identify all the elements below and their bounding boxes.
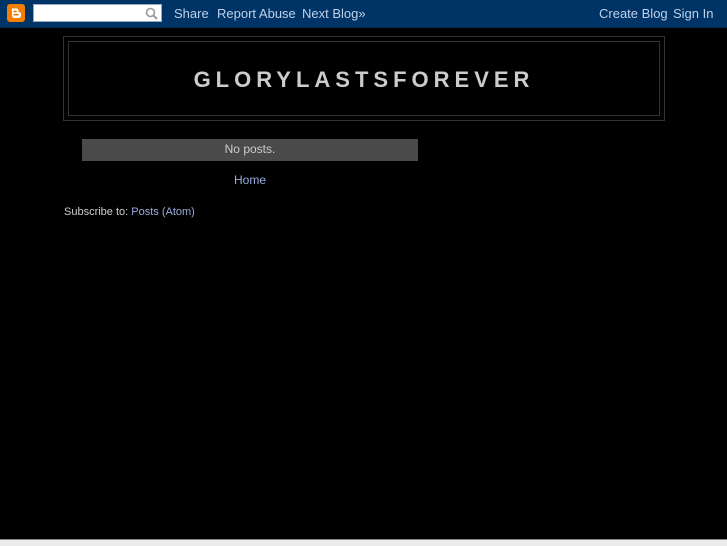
sign-in-link[interactable]: Sign In <box>673 6 713 21</box>
blog-header-inner: GLORYLASTSFOREVER <box>68 41 660 116</box>
subscribe-label: Subscribe to: <box>64 206 129 218</box>
posts-atom-feed-link[interactable]: Posts (Atom) <box>131 206 195 218</box>
search-input[interactable] <box>36 6 142 20</box>
next-blog-link[interactable]: Next Blog» <box>302 6 366 21</box>
create-blog-link[interactable]: Create Blog <box>599 6 668 21</box>
no-posts-status: No posts. <box>82 139 418 161</box>
report-abuse-link[interactable]: Report Abuse <box>217 6 296 21</box>
home-link[interactable]: Home <box>82 173 418 188</box>
blog-title[interactable]: GLORYLASTSFOREVER <box>69 67 659 93</box>
share-link[interactable]: Share <box>174 6 209 21</box>
blogger-navbar: Share Report Abuse Next Blog» Create Blo… <box>0 0 727 28</box>
subscribe-section: Subscribe to: Posts (Atom) <box>64 205 195 220</box>
blog-header: GLORYLASTSFOREVER <box>63 36 665 121</box>
blogger-logo-icon[interactable] <box>7 4 25 22</box>
search-icon[interactable] <box>145 7 158 20</box>
blog-search-box[interactable] <box>33 4 162 22</box>
